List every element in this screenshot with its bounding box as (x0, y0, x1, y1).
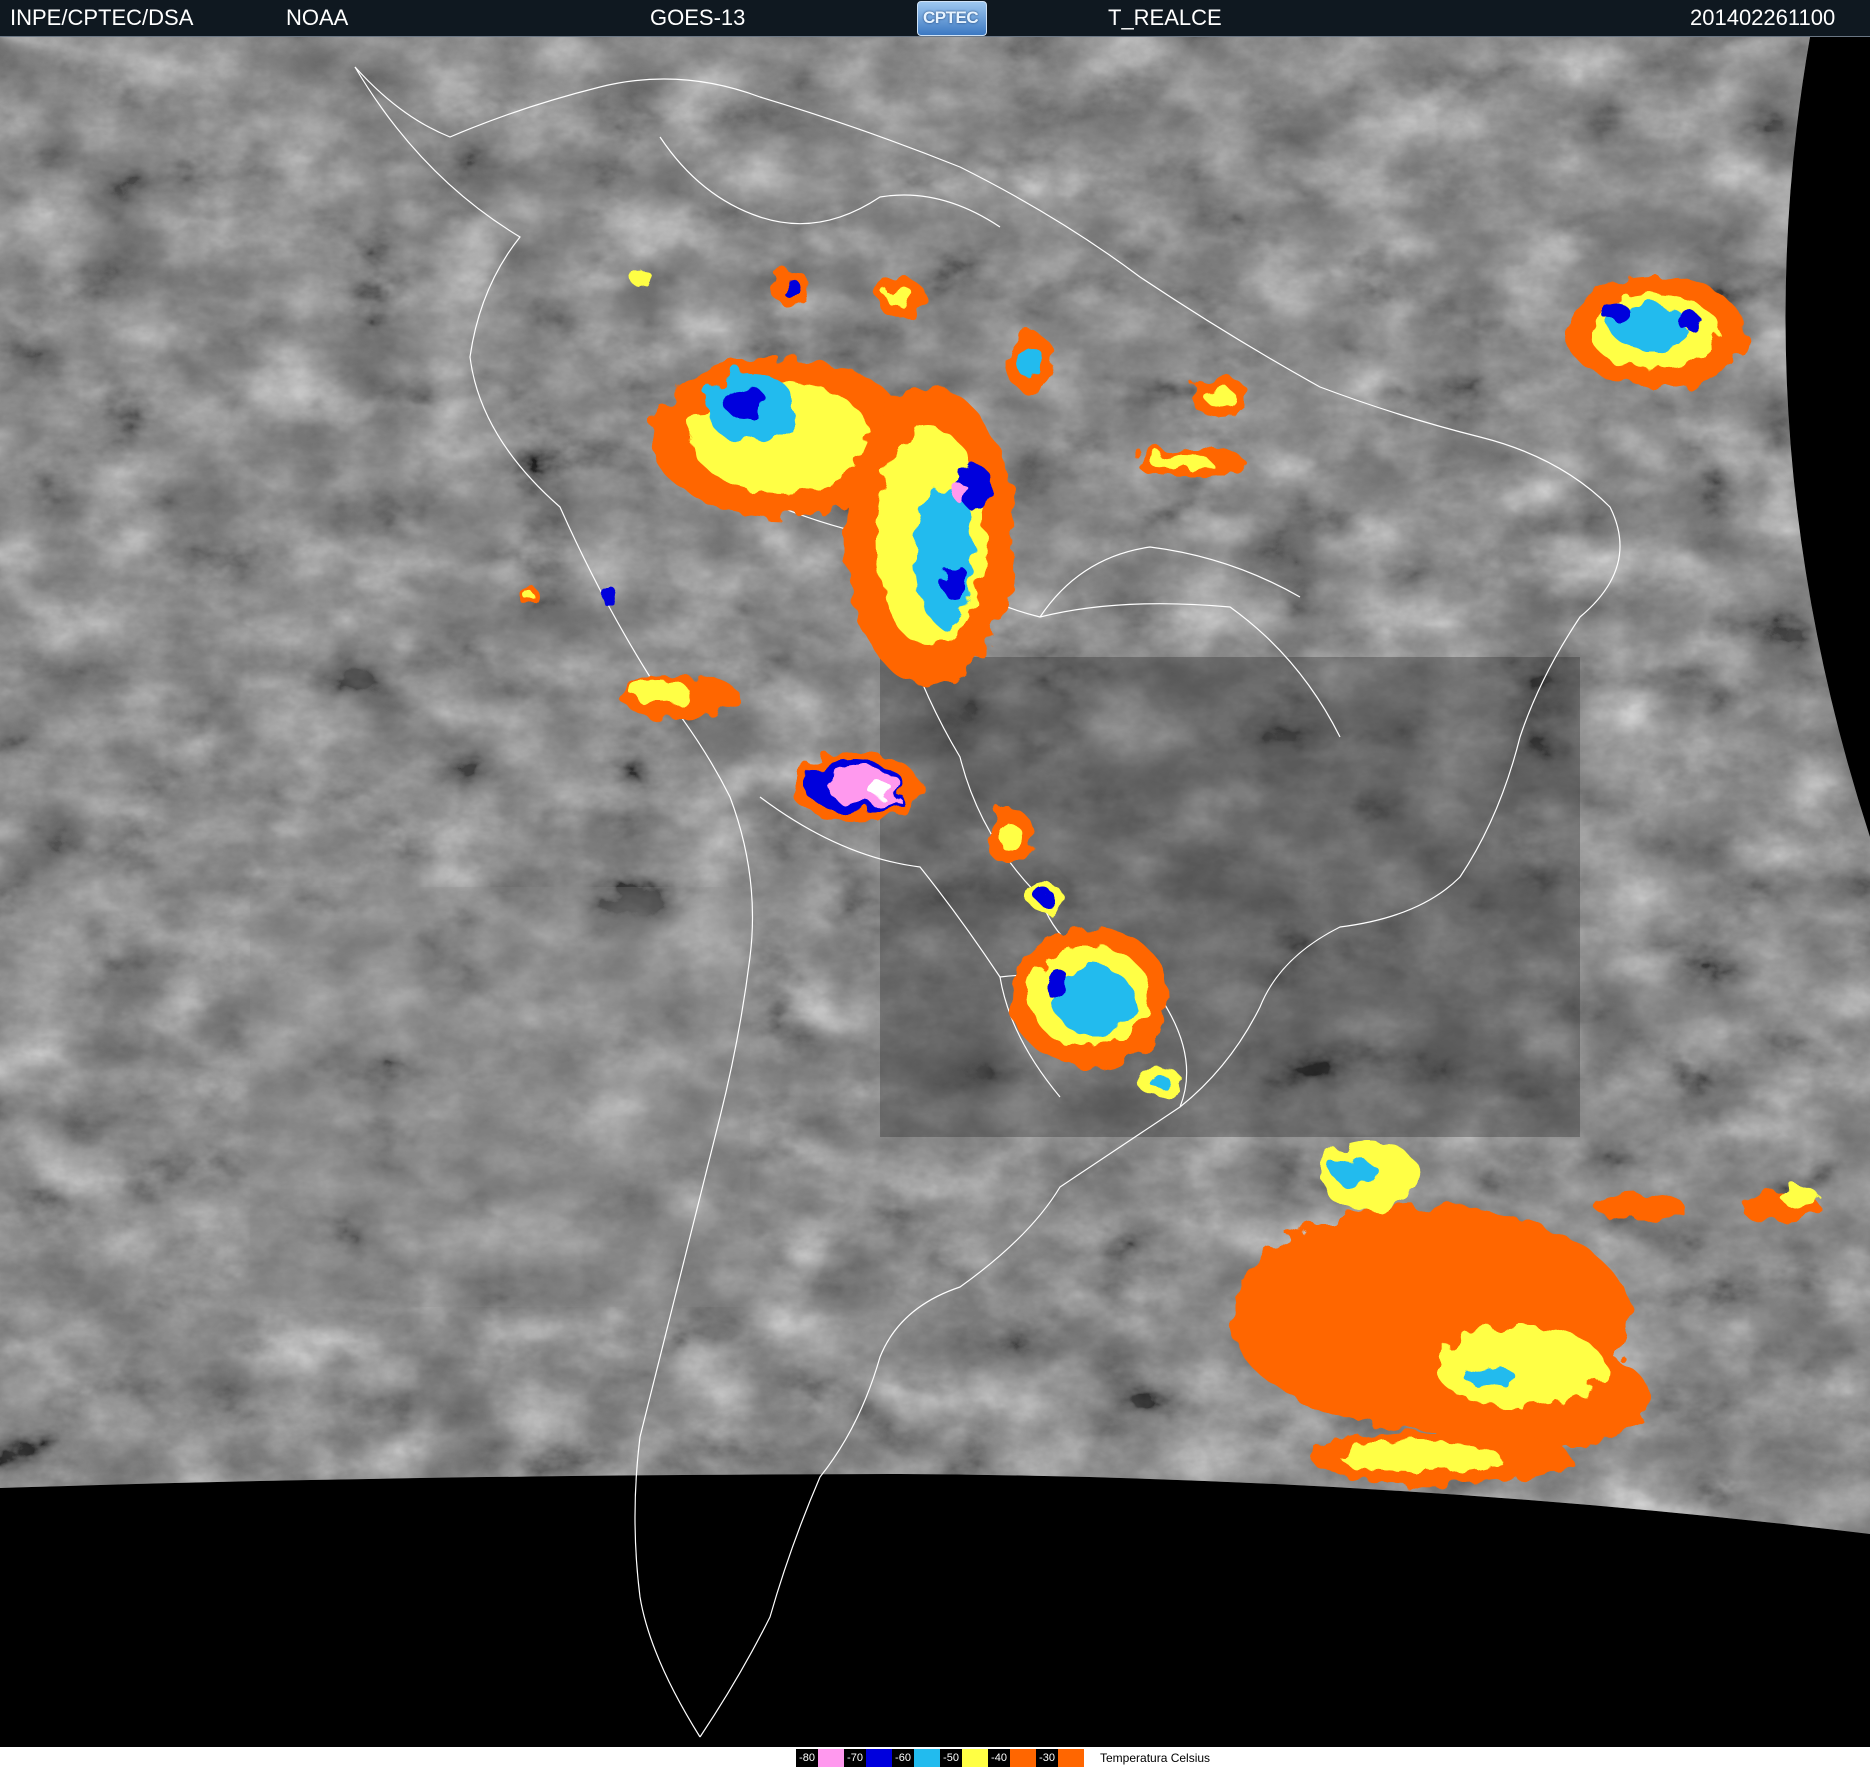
legend-color (1010, 1749, 1036, 1767)
legend-tick-label: -30 (1036, 1749, 1058, 1767)
product-label: T_REALCE (1108, 5, 1222, 30)
bolivia-cell (790, 752, 920, 822)
legend-swatch: -30 (1036, 1749, 1084, 1767)
satellite-label: GOES-13 (650, 5, 746, 30)
legend-color (1058, 1749, 1084, 1767)
legend-tick-label: -80 (796, 1749, 818, 1767)
timestamp-label: 201402261100 (1690, 5, 1836, 30)
legend-color (914, 1749, 940, 1767)
legend-swatches: -80 -70 -60 -50 -40 -30 (796, 1749, 1084, 1767)
satellite-image (0, 37, 1870, 1747)
legend-swatch: -80 (796, 1749, 844, 1767)
institution-label: INPE/CPTEC/DSA (10, 5, 194, 30)
cptec-logo: CPTEC (917, 1, 987, 36)
image-header: INPE/CPTEC/DSA NOAA GOES-13 CPTEC T_REAL… (0, 0, 1870, 37)
legend-swatch: -60 (892, 1749, 940, 1767)
legend-tick-label: -60 (892, 1749, 914, 1767)
legend-color (962, 1749, 988, 1767)
legend-title: Temperatura Celsius (1100, 1751, 1211, 1765)
legend-tick-label: -50 (940, 1749, 962, 1767)
legend-color (866, 1749, 892, 1767)
legend-swatch: -70 (844, 1749, 892, 1767)
legend-tick-label: -70 (844, 1749, 866, 1767)
satellite-map (0, 37, 1870, 1747)
temperature-legend: -80 -70 -60 -50 -40 -30 Temperatura Celsius (0, 1747, 1870, 1770)
legend-swatch: -50 (940, 1749, 988, 1767)
peru-band (620, 675, 740, 719)
legend-swatch: -40 (988, 1749, 1036, 1767)
agency-label: NOAA (286, 5, 349, 30)
legend-tick-label: -40 (988, 1749, 1010, 1767)
legend-color (818, 1749, 844, 1767)
